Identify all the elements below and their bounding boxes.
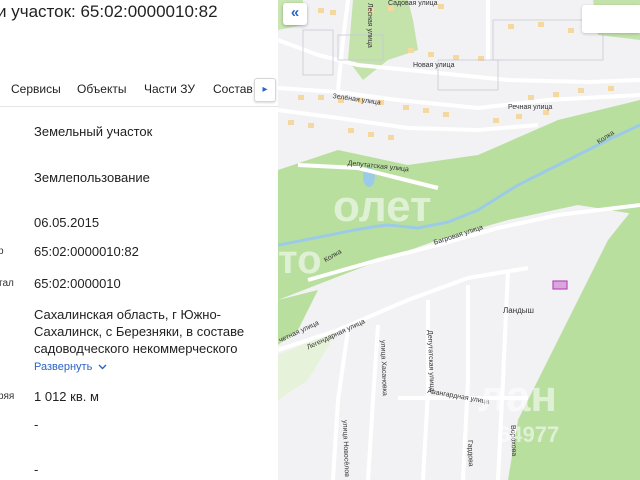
expand-link[interactable]: Развернуть — [34, 361, 107, 373]
registration-date-value: 06.05.2015 — [34, 215, 100, 230]
map-canvas — [278, 0, 640, 480]
cadastral-number-label: р — [0, 246, 4, 257]
tabs-next-button[interactable]: ▸ — [254, 78, 276, 102]
empty-value-2: - — [34, 462, 39, 477]
chevron-right-icon: ▸ — [262, 84, 268, 95]
cadastral-number-value: 65:02:0000010:82 — [34, 244, 139, 259]
tab-services[interactable]: Сервисы — [11, 82, 61, 96]
watermark-logo: лан — [478, 372, 557, 421]
chevron-down-icon — [98, 364, 107, 370]
area-label: ряя — [0, 391, 15, 402]
map-control-box[interactable] — [582, 5, 640, 33]
watermark-text: олет — [333, 182, 432, 231]
watermark-text: то — [278, 238, 322, 282]
object-subtype-value: Землепользование — [34, 170, 150, 185]
watermark-id: 64977 — [498, 422, 560, 447]
tab-bar: Сервисы Объекты Части ЗУ Состав — [0, 72, 278, 107]
area-value: 1 012 кв. м — [34, 389, 99, 404]
empty-value-1: - — [34, 417, 39, 432]
map-label-street: Лесная улица — [366, 3, 373, 48]
page-title: и участок: 65:02:0000010:82 — [0, 2, 218, 21]
cadastral-quarter-label: тал — [0, 278, 14, 289]
address-value: Сахалинская область, г Южно-Сахалинск, с… — [34, 307, 245, 356]
tab-land-parts[interactable]: Части ЗУ — [144, 82, 195, 96]
map-label-street: Речная улица — [508, 104, 553, 111]
tab-composition[interactable]: Состав — [213, 82, 253, 96]
cadastral-quarter-value: 65:02:0000010 — [34, 276, 121, 291]
map-label-area: Ландыш — [503, 306, 534, 315]
collapse-panel-button[interactable]: « — [283, 3, 307, 25]
map-label-street: Садовая улица — [388, 0, 438, 7]
object-type-value: Земельный участок — [34, 124, 153, 139]
tab-objects[interactable]: Объекты — [77, 82, 127, 96]
map-label-street: Новая улица — [413, 62, 455, 69]
double-chevron-left-icon: « — [290, 4, 300, 21]
map-view[interactable]: Садовая улица Лесная улица Новая улица З… — [278, 0, 640, 480]
map-label-street: Гардова — [466, 440, 474, 467]
info-panel: и участок: 65:02:0000010:82 Сервисы Объе… — [0, 0, 278, 480]
expand-label: Развернуть — [34, 361, 93, 373]
